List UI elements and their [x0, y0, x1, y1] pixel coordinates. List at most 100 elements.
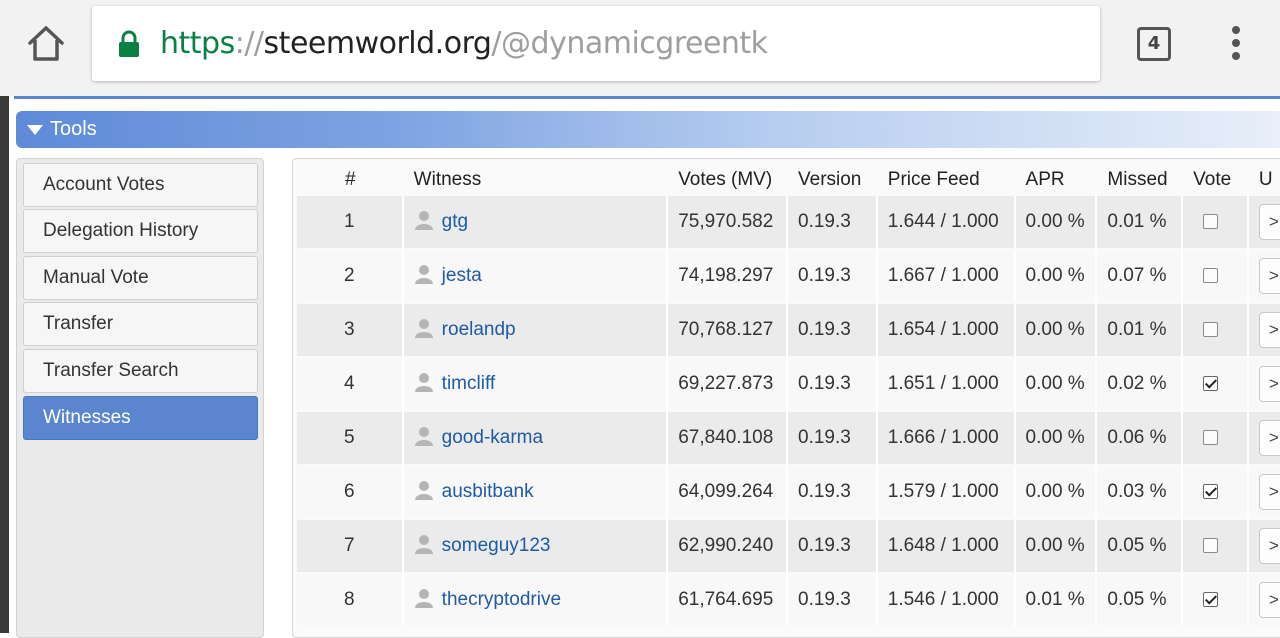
url-scheme: https	[160, 26, 235, 61]
col-header-witness[interactable]: Witness	[404, 166, 669, 194]
version-cell: 0.19.3	[788, 466, 878, 518]
col-header-apr[interactable]: APR	[1016, 166, 1098, 194]
price-feed-cell: 1.648 / 1.000	[877, 520, 1016, 572]
witness-details-button[interactable]: >	[1258, 204, 1280, 240]
apr-cell: 0.00 %	[1015, 466, 1098, 518]
witness-cell: good-karma	[403, 412, 669, 464]
table-row: 1 gtg 75,970.582 0.19.3 1.644 / 1.000 0.00 % 0…	[297, 196, 1280, 248]
vote-checkbox[interactable]	[1203, 376, 1219, 392]
version-cell: 0.19.3	[788, 304, 878, 356]
user-icon	[414, 588, 434, 608]
witness-table-panel: # Witness Votes (MV) Version Price Feed …	[292, 158, 1280, 638]
price-feed-cell: 1.644 / 1.000	[877, 196, 1016, 248]
tabs-icon[interactable]: 4	[1137, 27, 1171, 61]
table-row: 4 timcliff 69,227.873 0.19.3 1.651 / 1.000 0.…	[297, 358, 1280, 410]
vote-checkbox[interactable]	[1203, 214, 1219, 230]
user-icon	[414, 318, 434, 338]
witness-link[interactable]: gtg	[442, 211, 468, 232]
witness-link[interactable]: ausbitbank	[442, 481, 534, 502]
vote-checkbox[interactable]	[1203, 484, 1219, 500]
witness-details-button[interactable]: >	[1258, 258, 1280, 294]
sidebar-item-account-votes[interactable]: Account Votes	[23, 163, 258, 207]
vote-cell	[1183, 520, 1249, 572]
rank-cell: 6	[297, 466, 404, 518]
home-icon[interactable]	[24, 22, 68, 66]
caret-down-icon	[27, 125, 43, 135]
witness-cell: someguy123	[403, 520, 669, 572]
tools-header[interactable]: Tools	[16, 111, 1280, 148]
rank-cell: 3	[297, 304, 404, 356]
action-cell: >	[1248, 196, 1280, 248]
missed-cell: 0.07 %	[1097, 250, 1184, 302]
col-header-price-feed[interactable]: Price Feed	[878, 166, 1016, 194]
sidebar-item-witnesses[interactable]: Witnesses	[23, 396, 258, 440]
missed-cell: 0.03 %	[1097, 466, 1184, 518]
witness-link[interactable]: roelandp	[442, 319, 516, 340]
rank-cell: 5	[297, 412, 404, 464]
address-bar[interactable]: https://steemworld.org/@dynamicgreentk	[92, 6, 1100, 81]
action-cell: >	[1248, 250, 1280, 302]
user-icon	[414, 372, 434, 392]
version-cell: 0.19.3	[788, 520, 878, 572]
witness-details-button[interactable]: >	[1258, 366, 1280, 402]
col-header-votes[interactable]: Votes (MV)	[668, 166, 788, 194]
vote-checkbox[interactable]	[1203, 538, 1219, 554]
votes-cell: 74,198.297	[668, 250, 788, 302]
votes-cell: 62,990.240	[668, 520, 788, 572]
user-icon	[414, 480, 434, 500]
witness-details-button[interactable]: >	[1258, 582, 1280, 618]
witness-cell: ausbitbank	[403, 466, 669, 518]
vote-checkbox[interactable]	[1203, 592, 1219, 608]
missed-cell: 0.06 %	[1097, 412, 1184, 464]
col-header-rank[interactable]: #	[297, 166, 404, 194]
rank-cell: 8	[297, 574, 404, 626]
votes-cell: 75,970.582	[668, 196, 788, 248]
more-menu-icon[interactable]	[1226, 26, 1246, 62]
tools-sidebar: Account Votes Delegation History Manual …	[16, 158, 264, 638]
vote-checkbox[interactable]	[1203, 430, 1219, 446]
witness-details-button[interactable]: >	[1258, 474, 1280, 510]
version-cell: 0.19.3	[788, 196, 878, 248]
col-header-vote[interactable]: Vote	[1183, 166, 1249, 194]
missed-cell: 0.01 %	[1097, 196, 1184, 248]
witness-link[interactable]: jesta	[442, 265, 482, 286]
witness-link[interactable]: good-karma	[442, 427, 543, 448]
apr-cell: 0.00 %	[1015, 358, 1098, 410]
vote-cell	[1183, 304, 1249, 356]
votes-cell: 67,840.108	[668, 412, 788, 464]
url-path: /@dynamicgreentk	[491, 26, 768, 61]
witness-details-button[interactable]: >	[1258, 420, 1280, 456]
rank-cell: 2	[297, 250, 404, 302]
top-divider	[14, 96, 1280, 99]
price-feed-cell: 1.666 / 1.000	[877, 412, 1016, 464]
witness-link[interactable]: timcliff	[442, 373, 495, 394]
sidebar-item-delegation-history[interactable]: Delegation History	[23, 209, 258, 253]
sidebar-item-transfer[interactable]: Transfer	[23, 302, 258, 346]
witness-details-button[interactable]: >	[1258, 312, 1280, 348]
missed-cell: 0.01 %	[1097, 304, 1184, 356]
table-row: 5 good-karma 67,840.108 0.19.3 1.666 / 1.000…	[297, 412, 1280, 464]
apr-cell: 0.00 %	[1015, 250, 1098, 302]
rank-cell: 7	[297, 520, 404, 572]
apr-cell: 0.00 %	[1015, 412, 1098, 464]
version-cell: 0.19.3	[788, 574, 878, 626]
witness-details-button[interactable]: >	[1258, 528, 1280, 564]
table-row: 8 thecryptodrive 61,764.695 0.19.3 1.546 / 1…	[297, 574, 1280, 626]
url-separator: ://	[234, 26, 264, 61]
col-header-version[interactable]: Version	[788, 166, 878, 194]
price-feed-cell: 1.651 / 1.000	[877, 358, 1016, 410]
witness-link[interactable]: someguy123	[442, 535, 551, 556]
sidebar-item-manual-vote[interactable]: Manual Vote	[23, 256, 258, 300]
col-header-extra[interactable]: U	[1249, 166, 1280, 194]
witness-cell: thecryptodrive	[403, 574, 669, 626]
vote-checkbox[interactable]	[1203, 322, 1219, 338]
vote-cell	[1183, 196, 1249, 248]
action-cell: >	[1248, 574, 1280, 626]
version-cell: 0.19.3	[788, 412, 878, 464]
sidebar-item-transfer-search[interactable]: Transfer Search	[23, 349, 258, 393]
witness-link[interactable]: thecryptodrive	[442, 589, 561, 610]
user-icon	[414, 264, 434, 284]
vote-checkbox[interactable]	[1203, 268, 1219, 284]
vote-cell	[1183, 412, 1249, 464]
col-header-missed[interactable]: Missed	[1097, 166, 1183, 194]
